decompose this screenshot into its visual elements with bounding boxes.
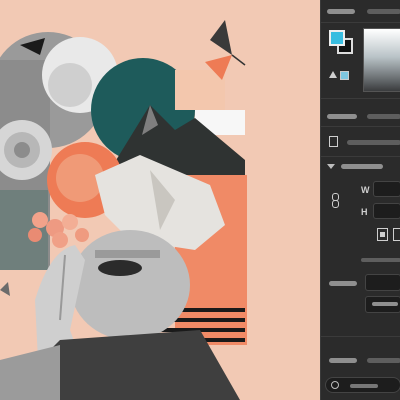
height-field[interactable] (373, 203, 400, 219)
page-icon[interactable] (329, 136, 338, 147)
section-header-bar[interactable] (327, 114, 357, 119)
panel-tab-1[interactable] (327, 9, 355, 14)
properties-panel: W H (320, 0, 400, 400)
width-label: W (361, 185, 370, 195)
width-field[interactable] (373, 181, 400, 197)
transform-section-label[interactable] (341, 164, 383, 169)
search-icon (331, 381, 339, 389)
section-footer-bar[interactable] (329, 358, 357, 363)
warning-icon[interactable] (329, 71, 337, 78)
property-label-1 (329, 281, 357, 286)
property-field-1[interactable] (365, 274, 400, 291)
fill-swatch[interactable] (329, 30, 345, 46)
butterfly-small (0, 282, 10, 296)
property-field-2[interactable] (365, 296, 400, 313)
align-bottom-icon[interactable] (393, 228, 400, 241)
fill-stroke-swatch[interactable] (329, 30, 355, 56)
link-icon[interactable] (332, 193, 339, 208)
search-input[interactable] (325, 377, 400, 393)
web-safe-swatch[interactable] (340, 71, 349, 80)
chevron-down-icon[interactable] (327, 164, 335, 169)
face (70, 230, 190, 340)
height-label: H (361, 207, 368, 217)
color-picker-field[interactable] (363, 28, 400, 92)
collage-artwork (0, 20, 247, 400)
align-top-icon[interactable] (377, 228, 388, 241)
panel-tab-2[interactable] (367, 9, 400, 14)
artwork-canvas[interactable] (0, 0, 320, 400)
